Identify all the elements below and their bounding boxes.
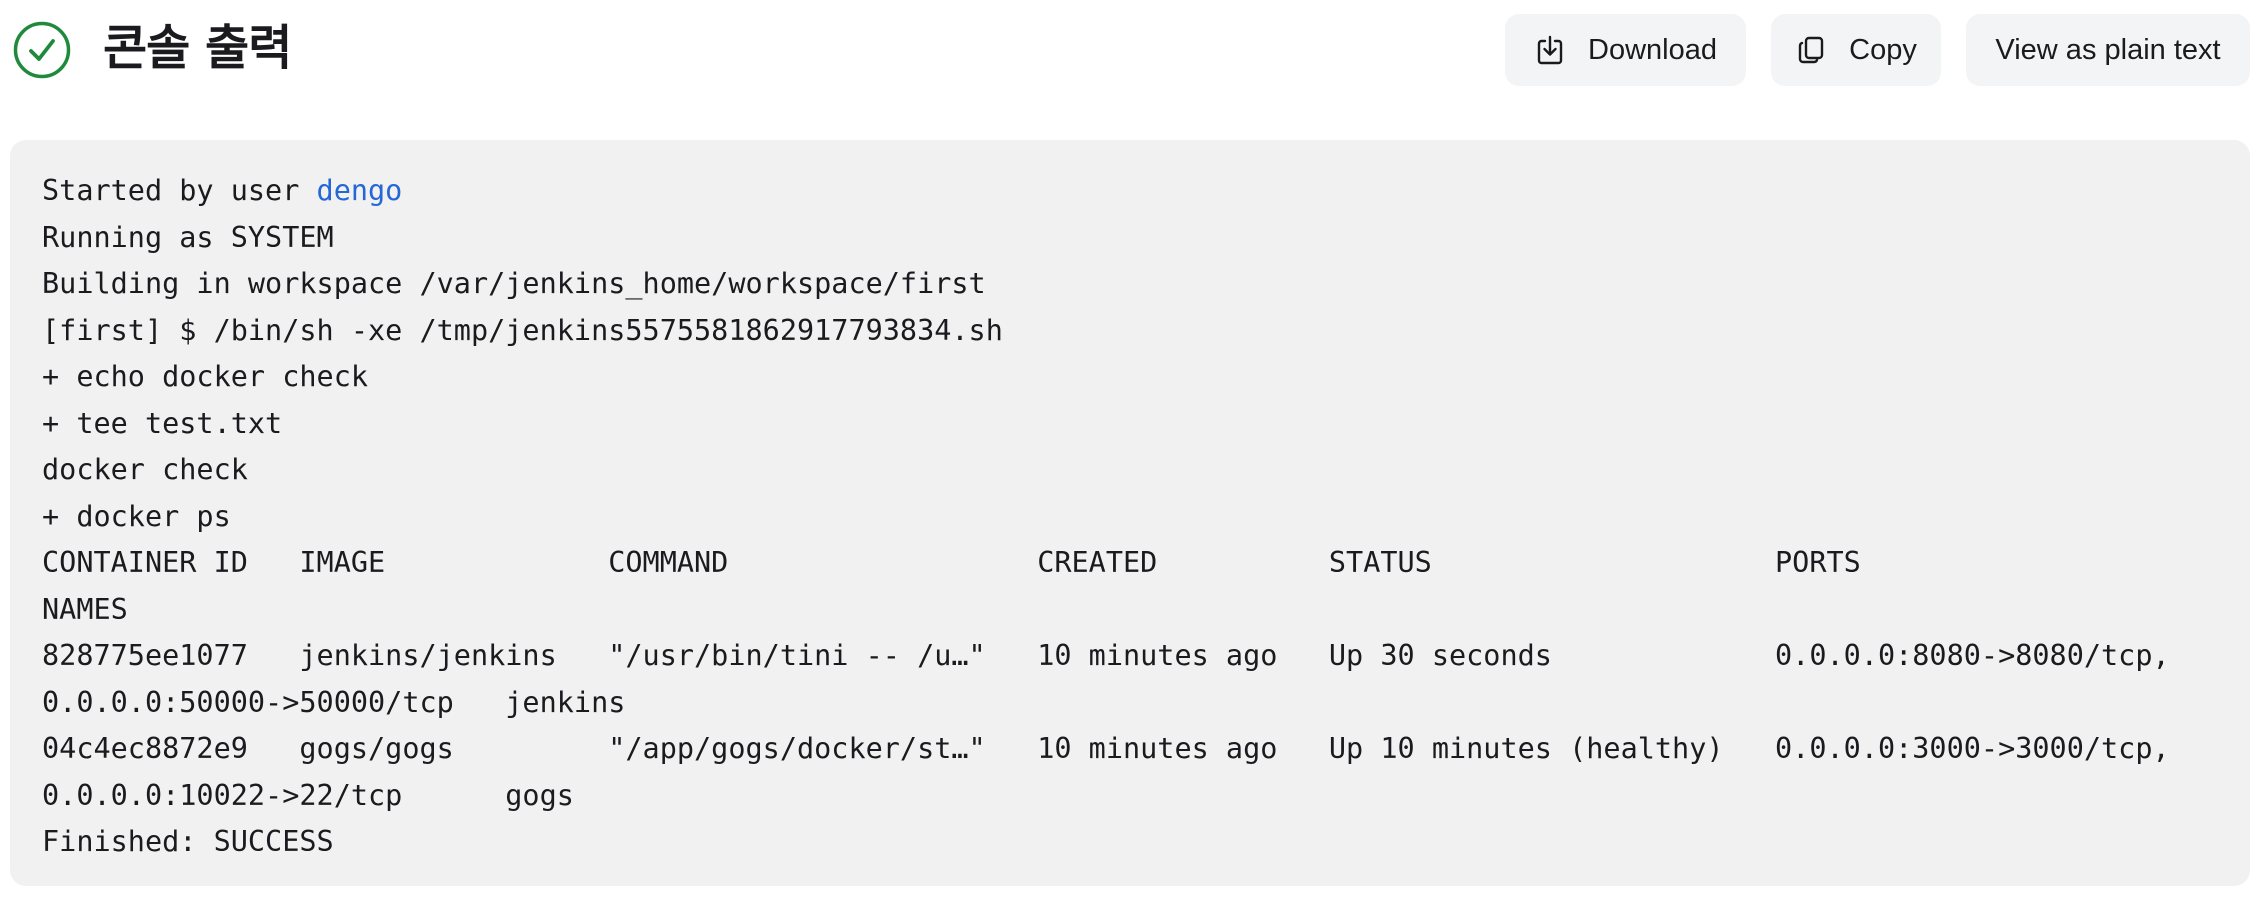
console-line: 04c4ec8872e9 gogs/gogs "/app/gogs/docker… — [42, 732, 2170, 765]
console-line: + echo docker check — [42, 360, 369, 393]
console-line: 0.0.0.0:50000->50000/tcp jenkins — [42, 685, 626, 719]
console-header: 콘솔 출력 Download Copy View as plain text — [0, 0, 2262, 100]
console-line: CONTAINER ID IMAGE COMMAND CREATED STATU… — [42, 546, 1861, 579]
download-icon — [1534, 34, 1566, 66]
copy-label: Copy — [1849, 33, 1917, 66]
console-line-started: Started by user dengo — [42, 168, 2250, 215]
console-line: Running as SYSTEM — [42, 220, 334, 254]
console-line: NAMES — [42, 592, 128, 626]
console-output: Started by user dengo Running as SYSTEM … — [10, 140, 2250, 886]
console-line: Building in workspace /var/jenkins_home/… — [42, 267, 986, 300]
page-title: 콘솔 출력 — [103, 20, 292, 76]
download-label: Download — [1588, 33, 1717, 66]
console-line: 828775ee1077 jenkins/jenkins "/usr/bin/t… — [42, 639, 2170, 672]
console-line: Finished: SUCCESS — [42, 825, 334, 858]
check-circle-icon — [13, 21, 71, 79]
view-plain-text-button[interactable]: View as plain text — [1966, 14, 2250, 86]
console-line: [first] $ /bin/sh -xe /tmp/jenkins557558… — [42, 313, 1003, 347]
console-line: docker check — [42, 453, 248, 486]
copy-icon — [1795, 34, 1827, 66]
copy-button[interactable]: Copy — [1771, 14, 1941, 86]
view-plain-text-label: View as plain text — [1995, 33, 2221, 66]
download-button[interactable]: Download — [1505, 14, 1746, 86]
console-line: 0.0.0.0:10022->22/tcp gogs — [42, 778, 574, 812]
user-link[interactable]: dengo — [317, 174, 403, 207]
console-line: + tee test.txt — [42, 406, 283, 440]
started-by-text: Started by user — [42, 174, 317, 207]
console-line: + docker ps — [42, 499, 231, 533]
